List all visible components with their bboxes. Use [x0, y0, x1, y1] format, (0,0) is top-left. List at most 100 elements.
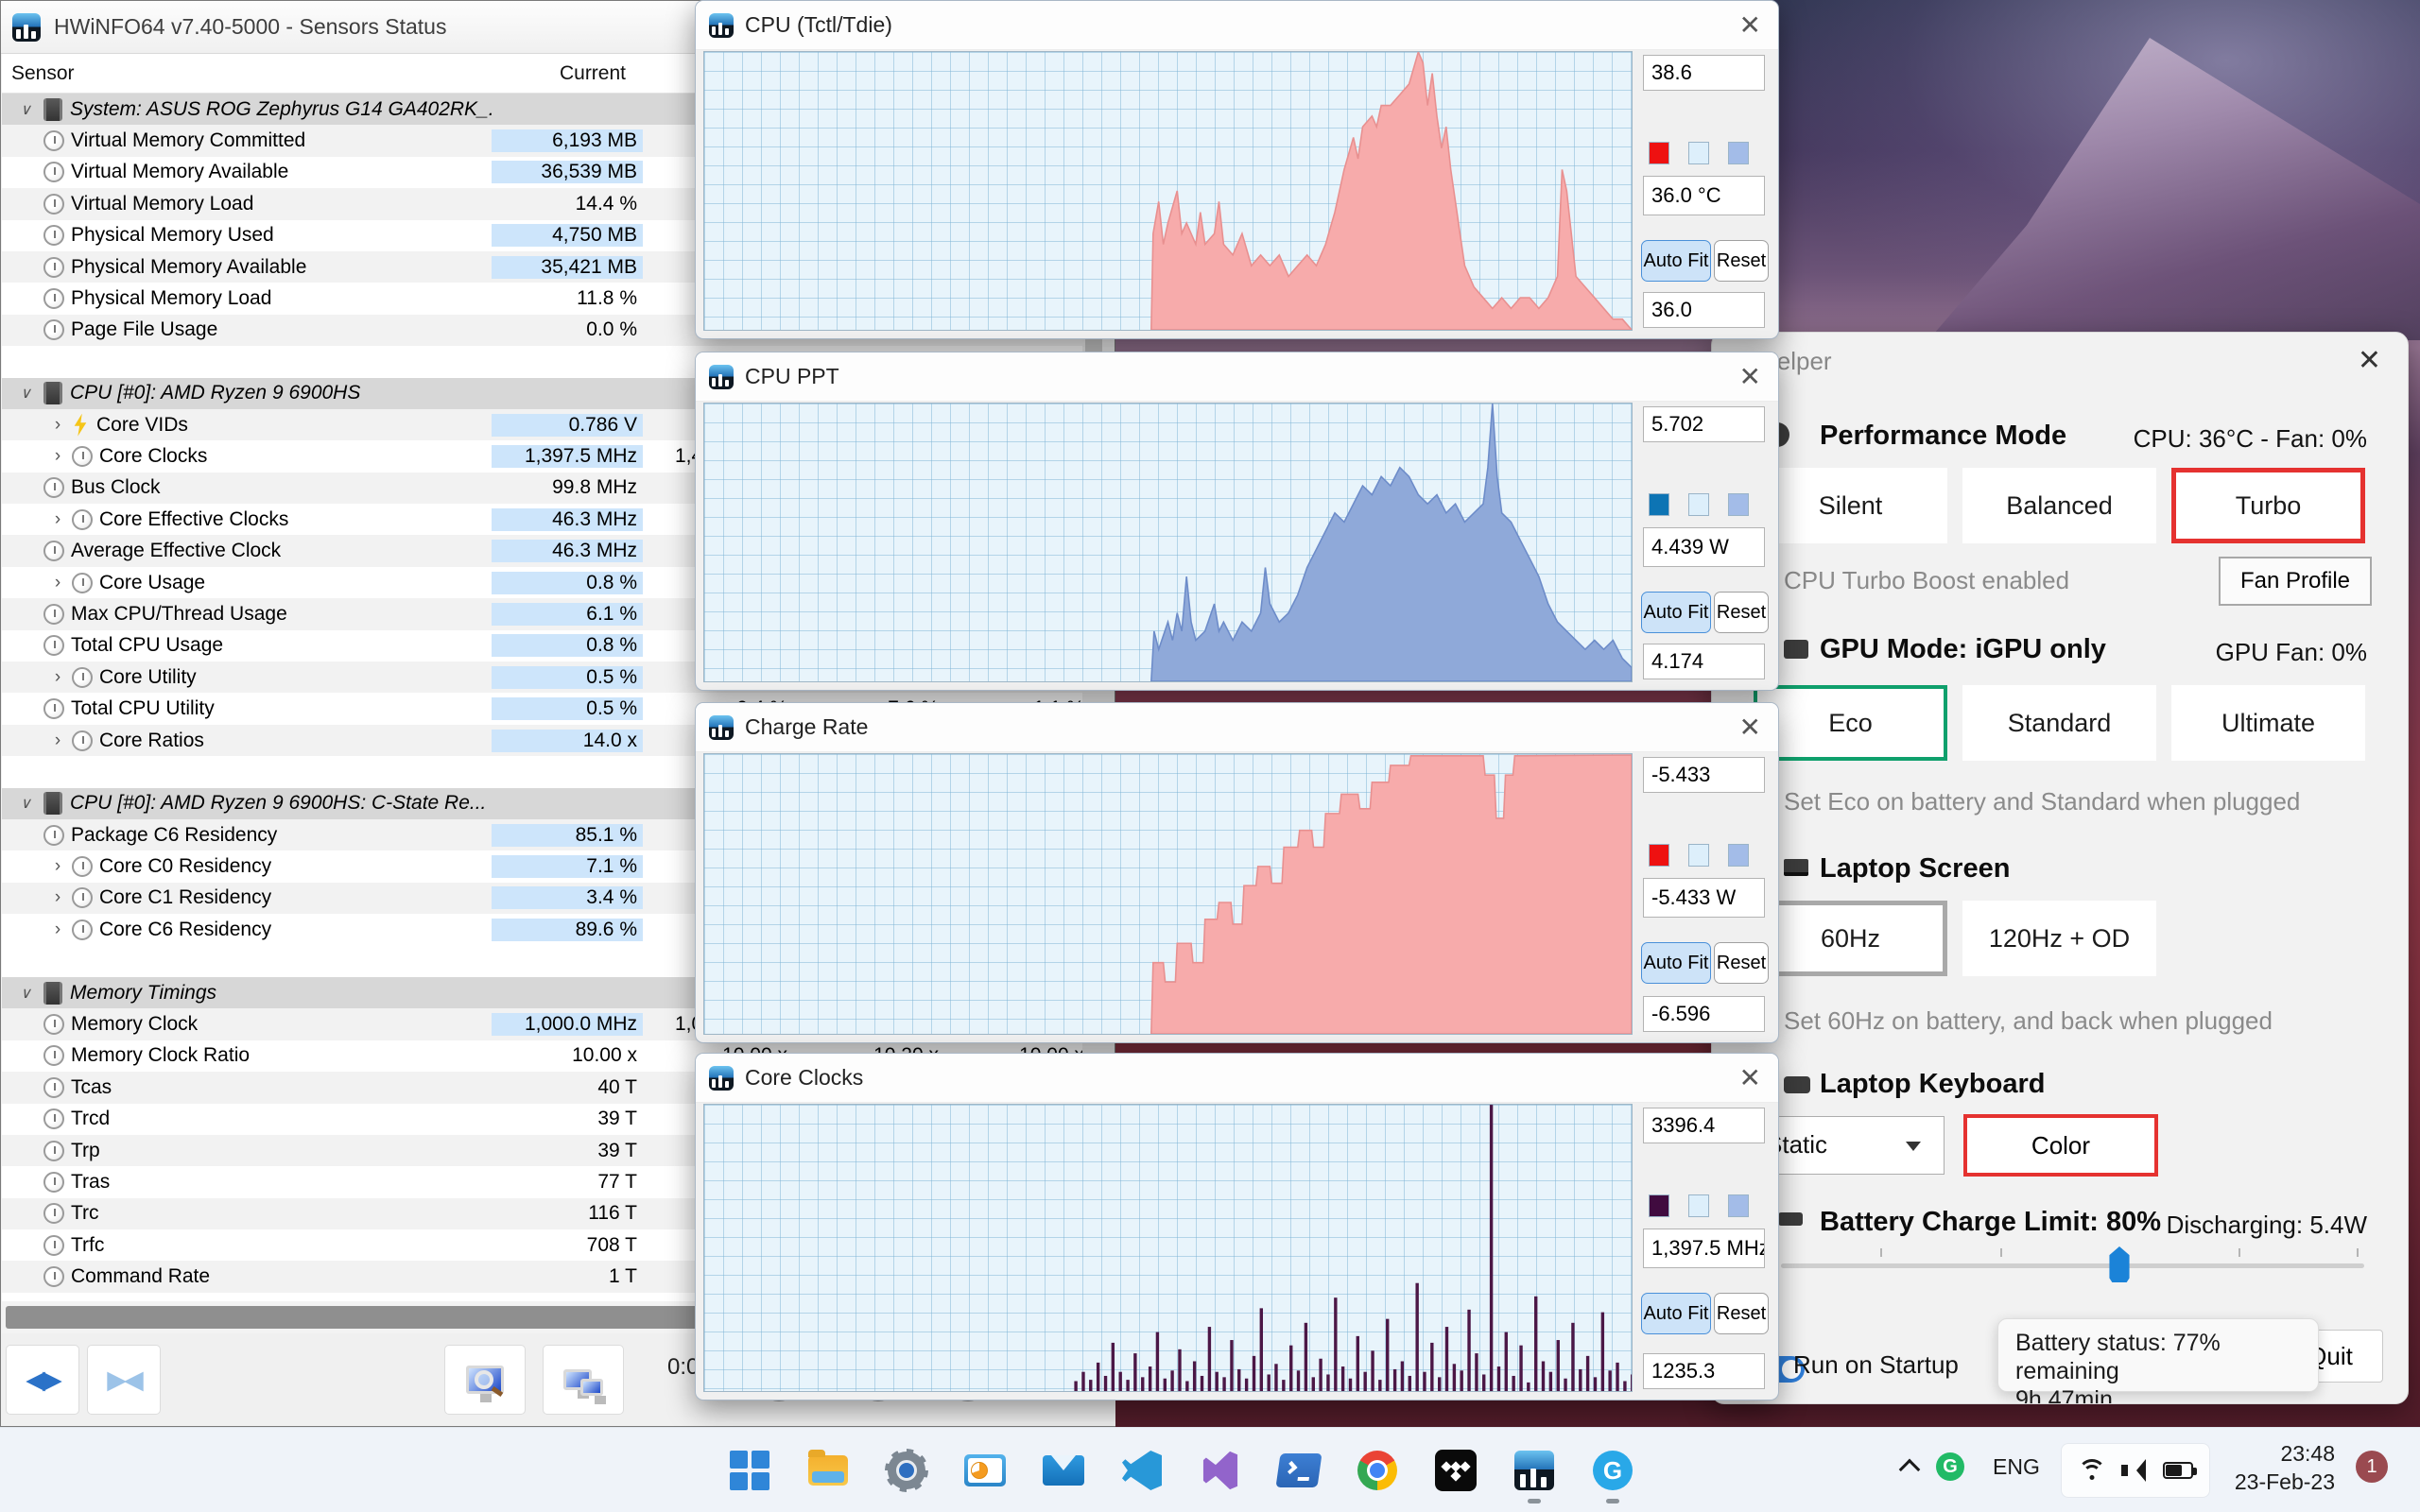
screen-button-60hz[interactable]: 60Hz	[1754, 901, 1947, 976]
close-icon[interactable]: ✕	[1739, 9, 1761, 41]
scale-max-box[interactable]: 5.702	[1643, 406, 1765, 442]
perf-button-turbo[interactable]: Turbo	[2171, 468, 2365, 543]
taskbar-icon-start[interactable]	[728, 1449, 771, 1492]
chevron-right-icon[interactable]: ›	[43, 730, 72, 751]
chevron-right-icon[interactable]: ›	[43, 573, 72, 593]
ghelper-close-icon[interactable]: ✕	[2358, 344, 2381, 377]
color-swatch-2[interactable]	[1688, 1194, 1709, 1217]
perf-button-silent[interactable]: Silent	[1754, 468, 1947, 543]
hwinfo-app-icon	[12, 12, 41, 42]
cpu-temp-fan-status: CPU: 36°C - Fan: 0%	[2133, 424, 2367, 453]
sensor-label-cell: Virtual Memory Committed	[2, 129, 492, 152]
reset-button[interactable]: Reset	[1714, 592, 1769, 633]
chevron-right-icon[interactable]: ›	[43, 856, 72, 877]
column-sensor[interactable]: Sensor	[2, 62, 482, 85]
scale-min-box[interactable]: 1235.3	[1643, 1353, 1765, 1389]
taskbar-icon-mail[interactable]	[1042, 1449, 1085, 1492]
perf-button-balanced[interactable]: Balanced	[1962, 468, 2156, 543]
color-swatch-2[interactable]	[1688, 844, 1709, 867]
graph-plot-area[interactable]	[703, 753, 1633, 1035]
clock-icon	[43, 1076, 64, 1098]
gpu-button-standard[interactable]: Standard	[1962, 685, 2156, 761]
sensor-name: Total CPU Utility	[71, 697, 215, 720]
remote-sensors-button[interactable]	[543, 1345, 624, 1415]
graph-titlebar[interactable]: Core Clocks ✕	[696, 1054, 1778, 1103]
sensor-name: Core Utility	[99, 665, 197, 688]
scale-max-box[interactable]: 38.6	[1643, 55, 1765, 91]
taskbar-icon-hwinfo[interactable]	[1512, 1449, 1556, 1503]
chevron-right-icon[interactable]: ›	[43, 887, 72, 908]
collapse-columns-button[interactable]: ▶◀	[87, 1345, 161, 1415]
gpu-mode-icon	[1784, 640, 1808, 659]
color-swatch-3[interactable]	[1728, 493, 1749, 516]
sensor-current-value: 14.0 x	[492, 729, 643, 752]
fan-profile-button[interactable]: Fan Profile	[2219, 557, 2372, 606]
system-tray-group[interactable]	[2061, 1443, 2210, 1498]
chevron-down-icon[interactable]: ∨	[2, 384, 43, 403]
color-swatch-1[interactable]	[1649, 844, 1669, 867]
graph-titlebar[interactable]: CPU (Tctl/Tdie) ✕	[696, 1, 1778, 50]
chevron-right-icon[interactable]: ›	[43, 509, 72, 530]
graph-titlebar[interactable]: CPU PPT ✕	[696, 352, 1778, 402]
color-swatch-2[interactable]	[1688, 142, 1709, 164]
gpu-button-ultimate[interactable]: Ultimate	[2171, 685, 2365, 761]
reset-button[interactable]: Reset	[1714, 1293, 1769, 1334]
close-icon[interactable]: ✕	[1739, 712, 1761, 743]
chevron-down-icon[interactable]: ∨	[2, 794, 43, 813]
taskbar-icon-tidal[interactable]	[1434, 1449, 1478, 1492]
auto-fit-button[interactable]: Auto Fit	[1641, 240, 1711, 282]
scale-min-box[interactable]: -6.596	[1643, 996, 1765, 1032]
language-indicator[interactable]: ENG	[1993, 1454, 2040, 1480]
graph-plot-area[interactable]	[703, 1104, 1633, 1392]
color-swatch-3[interactable]	[1728, 142, 1749, 164]
slider-tick	[2357, 1248, 2359, 1257]
taskbar-icon-resource-monitor[interactable]	[963, 1449, 1007, 1492]
close-icon[interactable]: ✕	[1739, 1062, 1761, 1093]
auto-fit-button[interactable]: Auto Fit	[1641, 592, 1711, 633]
color-swatch-1[interactable]	[1649, 142, 1669, 164]
scale-min-box[interactable]: 36.0	[1643, 292, 1765, 328]
graph-plot-area[interactable]	[703, 51, 1633, 331]
sensor-zoom-button[interactable]	[444, 1345, 526, 1415]
taskbar-icon-visual-studio[interactable]	[1199, 1449, 1242, 1492]
keyboard-color-button[interactable]: Color	[1963, 1114, 2158, 1177]
notification-badge[interactable]: 1	[2356, 1451, 2388, 1483]
graph-plot-area[interactable]	[703, 403, 1633, 682]
scale-min-box[interactable]: 4.174	[1643, 644, 1765, 679]
color-swatch-3[interactable]	[1728, 844, 1749, 867]
taskbar-icon-vscode[interactable]	[1120, 1449, 1164, 1492]
close-icon[interactable]: ✕	[1739, 361, 1761, 392]
expand-columns-button[interactable]: ◀▶	[6, 1345, 79, 1415]
gpu-button-eco[interactable]: Eco	[1754, 685, 1947, 761]
color-swatch-2[interactable]	[1688, 493, 1709, 516]
chevron-right-icon[interactable]: ›	[43, 446, 72, 467]
auto-fit-button[interactable]: Auto Fit	[1641, 1293, 1711, 1334]
taskbar-icon-powershell[interactable]	[1275, 1449, 1322, 1492]
reset-button[interactable]: Reset	[1714, 240, 1769, 282]
auto-fit-button[interactable]: Auto Fit	[1641, 942, 1711, 984]
graph-titlebar[interactable]: Charge Rate ✕	[696, 703, 1778, 752]
chevron-right-icon[interactable]: ›	[43, 667, 72, 688]
taskbar-icon-file-explorer[interactable]	[806, 1449, 850, 1492]
chevron-right-icon[interactable]: ›	[43, 919, 72, 940]
taskbar-icon-settings[interactable]	[885, 1449, 928, 1492]
chevron-down-icon[interactable]: ∨	[2, 100, 43, 119]
color-swatch-3[interactable]	[1728, 1194, 1749, 1217]
battery-limit-slider-handle[interactable]	[2109, 1246, 2130, 1282]
screen-button-120hz[interactable]: 120Hz + OD	[1962, 901, 2156, 976]
battery-limit-slider-track[interactable]	[1781, 1263, 2364, 1268]
color-swatch-1[interactable]	[1649, 493, 1669, 516]
reset-button[interactable]: Reset	[1714, 942, 1769, 984]
scale-max-box[interactable]: 3396.4	[1643, 1108, 1765, 1143]
scale-max-box[interactable]: -5.433	[1643, 757, 1765, 793]
clock[interactable]: 23:48 23-Feb-23	[2227, 1439, 2335, 1496]
chevron-down-icon[interactable]: ∨	[2, 984, 43, 1003]
grammarly-tray-icon[interactable]: G	[1936, 1452, 1964, 1481]
tray-time: 23:48	[2280, 1441, 2335, 1466]
tray-chevron-up-icon[interactable]	[1898, 1458, 1921, 1481]
column-current[interactable]: Current	[482, 62, 633, 85]
chevron-right-icon[interactable]: ›	[43, 415, 72, 436]
color-swatch-1[interactable]	[1649, 1194, 1669, 1217]
taskbar-icon-chrome[interactable]	[1356, 1449, 1399, 1492]
taskbar-icon-ghelper[interactable]: G	[1591, 1449, 1634, 1503]
